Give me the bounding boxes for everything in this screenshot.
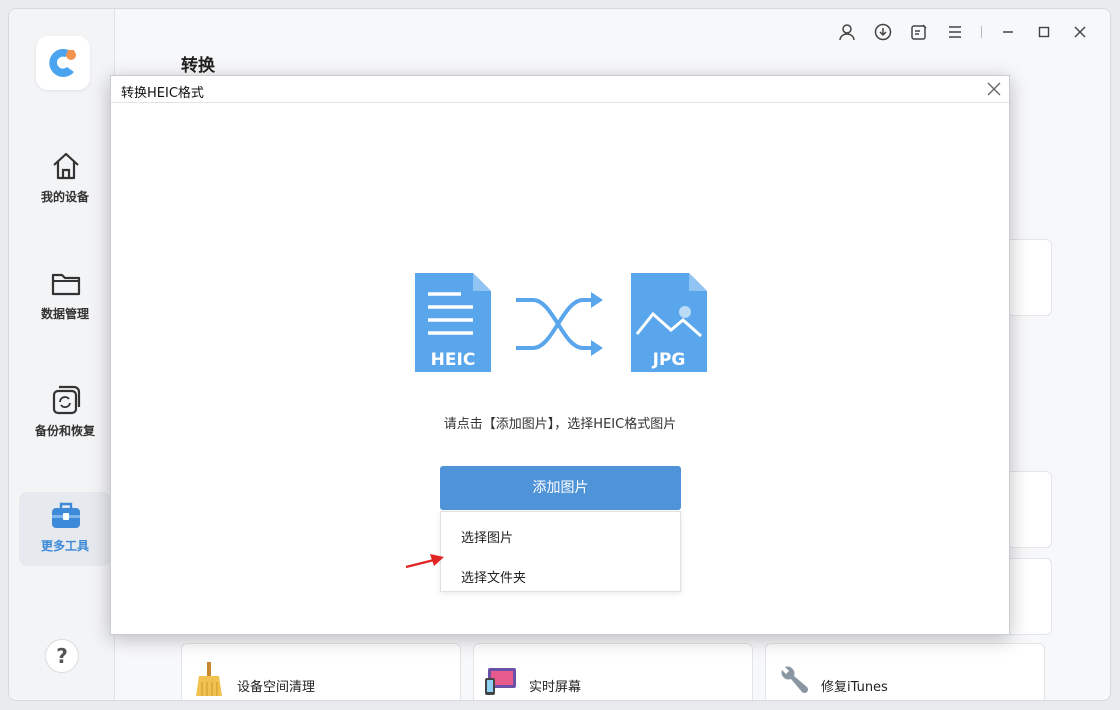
add-image-button[interactable]: 添加图片 bbox=[440, 466, 681, 510]
sidebar-item-backup-restore[interactable]: 备份和恢复 bbox=[19, 377, 111, 451]
convert-arrows-icon bbox=[516, 298, 593, 350]
toolbar-divider bbox=[981, 26, 982, 38]
instruction-text: 请点击【添加图片】，选择HEIC格式图片 bbox=[443, 417, 677, 432]
maximize-icon[interactable] bbox=[1026, 21, 1062, 43]
sidebar-item-my-device[interactable]: 我的设备 bbox=[19, 143, 111, 217]
download-icon[interactable] bbox=[865, 21, 901, 43]
target-format-label: JPG bbox=[652, 350, 686, 370]
sidebar-item-label: 更多工具 bbox=[40, 539, 89, 553]
tool-card-label: 实时屏幕 bbox=[529, 680, 582, 695]
backup-icon bbox=[49, 383, 83, 417]
broom-icon bbox=[192, 662, 226, 696]
minimize-icon[interactable] bbox=[990, 21, 1026, 43]
source-format-label: HEIC bbox=[431, 350, 476, 370]
dialog-title: 转换HEIC格式 bbox=[121, 86, 204, 101]
sidebar-item-more-tools[interactable]: 更多工具 bbox=[19, 492, 111, 566]
menu-icon[interactable] bbox=[937, 21, 973, 43]
tool-card-label: 修复iTunes bbox=[821, 680, 888, 695]
close-icon[interactable] bbox=[1062, 21, 1098, 43]
heic-file-icon: HEIC bbox=[415, 273, 491, 372]
sidebar-item-data-management[interactable]: 数据管理 bbox=[19, 260, 111, 334]
conversion-illustration: HEIC JPG bbox=[413, 272, 709, 374]
tool-card-storage-cleanup[interactable]: 设备空间清理 bbox=[181, 643, 461, 700]
dialog-close-icon[interactable] bbox=[985, 80, 1003, 98]
sidebar-item-label: 数据管理 bbox=[40, 307, 89, 321]
dialog-header: 转换HEIC格式 bbox=[111, 76, 1009, 103]
tool-card-live-screen[interactable]: 实时屏幕 bbox=[473, 643, 753, 700]
convert-heic-dialog: 转换HEIC格式 HEIC JPG 请点击【添加图片】，选择HEIC格式图片 添… bbox=[110, 75, 1010, 635]
user-icon[interactable] bbox=[829, 21, 865, 43]
add-image-menu: 选择图片 选择文件夹 bbox=[440, 511, 681, 592]
sidebar-item-label: 备份和恢复 bbox=[34, 424, 95, 438]
tool-card-repair-itunes[interactable]: 修复iTunes bbox=[765, 643, 1045, 700]
window-toolbar bbox=[829, 21, 1098, 43]
sidebar: 我的设备 数据管理 备份和恢复 更多工具 ? bbox=[9, 9, 115, 700]
folder-icon bbox=[49, 266, 83, 300]
help-button[interactable]: ? bbox=[45, 639, 79, 673]
jpg-file-icon: JPG bbox=[631, 273, 707, 372]
menu-item-select-image[interactable]: 选择图片 bbox=[461, 527, 513, 546]
toolbox-icon bbox=[49, 498, 83, 532]
page-title: 转换 bbox=[181, 56, 215, 76]
home-icon bbox=[49, 149, 83, 183]
sidebar-item-label: 我的设备 bbox=[40, 190, 89, 204]
app-logo bbox=[36, 36, 90, 90]
feedback-icon[interactable] bbox=[901, 21, 937, 43]
menu-item-select-folder[interactable]: 选择文件夹 bbox=[461, 567, 526, 586]
annotation-arrow-icon bbox=[405, 554, 444, 569]
tool-card-label: 设备空间清理 bbox=[237, 680, 316, 695]
wrench-icon bbox=[776, 662, 810, 696]
screen-icon bbox=[484, 662, 518, 696]
